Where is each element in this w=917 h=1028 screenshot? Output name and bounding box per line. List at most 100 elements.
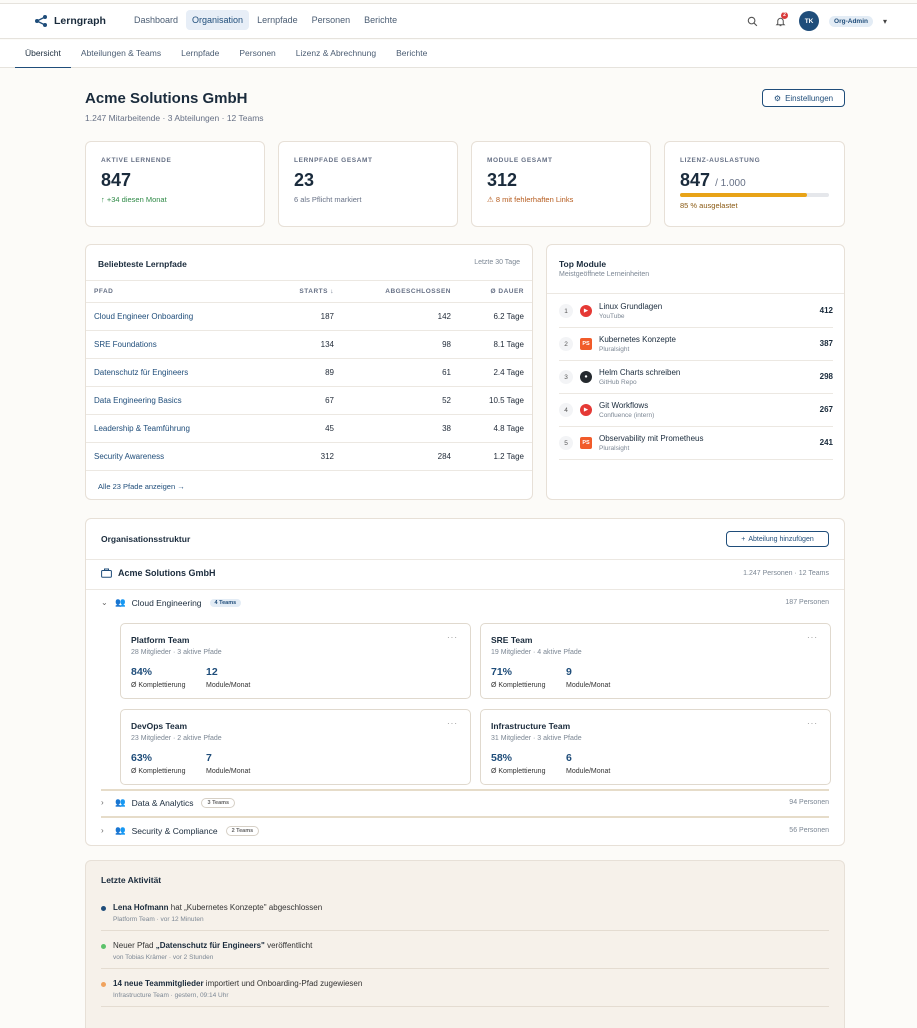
more-options-icon[interactable]: ··· [807, 633, 818, 642]
table-row[interactable]: SRE Foundations 134 98 8.1 Tage [86, 331, 532, 359]
table-row[interactable]: Data Engineering Basics 67 52 10.5 Tage [86, 387, 532, 415]
stat-value: 23 [294, 170, 315, 190]
more-options-icon[interactable]: ··· [447, 719, 458, 728]
app-logo[interactable]: Lerngraph [34, 14, 106, 28]
module-item[interactable]: 5 PS Observability mit Prometheus Pluralsig… [559, 427, 833, 460]
path-name-link[interactable]: Data Engineering Basics [86, 396, 266, 405]
chevron-right-icon[interactable]: › [101, 798, 109, 807]
path-name-link[interactable]: SRE Foundations [86, 340, 266, 349]
team-completion-value: 84% [131, 666, 153, 678]
duration-cell: 2.4 Tage [493, 368, 524, 377]
divider [101, 789, 829, 791]
nav-lernpfade[interactable]: Lernpfade [251, 10, 304, 30]
top-modules-subtitle: Meistgeöffnete Lerneinheiten [559, 271, 650, 278]
column-header-duration[interactable]: Ø DAUER [451, 288, 524, 295]
team-card[interactable]: DevOps Team ··· 23 Mitglieder · 2 aktive P… [120, 709, 471, 785]
tab-lernpfade[interactable]: Lernpfade [171, 40, 229, 68]
column-header-completed[interactable]: ABGESCHLOSSEN [334, 288, 451, 295]
top-right-actions: 2 TK Org-Admin ▾ [743, 11, 887, 31]
pluralsight-icon: PS [580, 338, 592, 350]
team-card[interactable]: SRE Team ··· 19 Mitglieder · 4 aktive Pfad… [480, 623, 831, 699]
activity-dot [101, 944, 106, 949]
tab-personen[interactable]: Personen [229, 40, 285, 68]
all-paths-link[interactable]: Alle 23 Pfade anzeigen → [98, 482, 185, 491]
chevron-right-icon[interactable]: › [101, 826, 109, 835]
team-completion-label: Ø Komplettierung [131, 682, 186, 689]
nav-personen[interactable]: Personen [306, 10, 357, 30]
team-completion-value: 71% [491, 666, 513, 678]
column-header-starts[interactable]: STARTS ↓ [266, 288, 334, 295]
team-name: DevOps Team [131, 721, 188, 731]
more-options-icon[interactable]: ··· [447, 633, 458, 642]
team-meta: 31 Mitglieder · 3 aktive Pfade [491, 735, 582, 742]
org-root[interactable]: Acme Solutions GmbH [101, 568, 216, 578]
module-item[interactable]: 4 ▶ Git Workflows Confluence (intern) 267 [559, 394, 833, 427]
tab-lizenz-abrechnung[interactable]: Lizenz & Abrechnung [286, 40, 386, 68]
youtube-icon: ▶ [580, 305, 592, 317]
tab-uebersicht[interactable]: Übersicht [15, 40, 71, 68]
divider [101, 968, 829, 969]
notifications-button[interactable]: 2 [771, 12, 789, 30]
activity-text: Lena Hofmann hat „Kubernetes Konzepte" a… [113, 903, 323, 912]
stat-note: ↑ +34 diesen Monat [101, 195, 167, 204]
department-data-analytics[interactable]: › 👥 Data & Analytics 3 Teams [101, 797, 236, 808]
department-cloud-engineering[interactable]: ⌄ 👥 Cloud Engineering 4 Teams [101, 597, 242, 608]
popular-paths-period: Letzte 30 Tage [474, 259, 520, 266]
starts-cell: 45 [325, 424, 334, 433]
module-title: Linux Grundlagen [599, 302, 663, 311]
org-structure-title: Organisationsstruktur [101, 534, 191, 544]
duration-cell: 1.2 Tage [493, 452, 524, 461]
tab-abteilungen-teams[interactable]: Abteilungen & Teams [71, 40, 171, 68]
path-name-link[interactable]: Security Awareness [86, 452, 266, 461]
department-people: 56 Personen [789, 827, 829, 834]
org-root-meta: 1.247 Personen · 12 Teams [743, 570, 829, 577]
path-name-link[interactable]: Leadership & Teamführung [86, 424, 266, 433]
team-name: Platform Team [131, 635, 190, 645]
tab-berichte[interactable]: Berichte [386, 40, 437, 68]
nav-organisation[interactable]: Organisation [186, 10, 250, 30]
chevron-down-icon[interactable]: ▾ [883, 17, 887, 26]
settings-button[interactable]: ⚙ Einstellungen [762, 89, 845, 107]
team-card[interactable]: Platform Team ··· 28 Mitglieder · 3 aktive… [120, 623, 471, 699]
table-row[interactable]: Security Awareness 312 284 1.2 Tage [86, 443, 532, 471]
team-completion-value: 58% [491, 752, 513, 764]
table-row[interactable]: Leadership & Teamführung 45 38 4.8 Tage [86, 415, 532, 443]
more-options-icon[interactable]: ··· [807, 719, 818, 728]
nav-berichte[interactable]: Berichte [358, 10, 403, 30]
chevron-down-icon[interactable]: ⌄ [101, 598, 109, 607]
avatar[interactable]: TK [799, 11, 820, 31]
popular-paths-title: Beliebteste Lernpfade [98, 259, 187, 269]
department-name: Data & Analytics [131, 797, 194, 808]
divider [547, 293, 844, 294]
users-icon: 👥 [115, 825, 126, 835]
path-name-link[interactable]: Cloud Engineer Onboarding [86, 312, 266, 321]
team-modules-label: Module/Monat [566, 682, 611, 689]
path-name-link[interactable]: Datenschutz für Engineers [86, 368, 266, 377]
activity-meta: von Tobias Krämer · vor 2 Stunden [113, 954, 214, 961]
table-row[interactable]: Cloud Engineer Onboarding 187 142 6.2 Tage [86, 303, 532, 331]
module-title: Observability mit Prometheus [599, 434, 704, 443]
team-modules-value: 12 [206, 666, 218, 678]
team-name: SRE Team [491, 635, 533, 645]
table-row[interactable]: Datenschutz für Engineers 89 61 2.4 Tage [86, 359, 532, 387]
completed-cell: 52 [442, 396, 451, 405]
activity-meta: Platform Team · vor 12 Minuten [113, 916, 204, 923]
duration-cell: 8.1 Tage [493, 340, 524, 349]
search-button[interactable] [743, 12, 761, 30]
module-count: 387 [819, 339, 833, 348]
settings-button-label: Einstellungen [785, 93, 834, 103]
column-header-path[interactable]: PFAD [86, 288, 266, 295]
module-item[interactable]: 2 PS Kubernetes Konzepte Pluralsight 387 [559, 328, 833, 361]
role-badge[interactable]: Org-Admin [829, 15, 873, 27]
stat-label: LIZENZ-AUSLASTUNG [680, 157, 761, 164]
module-item[interactable]: 1 ▶ Linux Grundlagen YouTube 412 [559, 295, 833, 328]
top-bar: Lerngraph Dashboard Organisation Lernpfa… [0, 4, 917, 39]
team-card[interactable]: Infrastructure Team ··· 31 Mitglieder · 3 … [480, 709, 831, 785]
completed-cell: 284 [437, 452, 451, 461]
department-security-compliance[interactable]: › 👥 Security & Compliance 2 Teams [101, 825, 260, 836]
activity-text: 14 neue Teammitglieder importiert und On… [113, 979, 363, 988]
add-department-button[interactable]: + Abteilung hinzufügen [726, 531, 829, 547]
nav-dashboard[interactable]: Dashboard [128, 10, 184, 30]
module-item[interactable]: 3 ● Helm Charts schreiben GitHub Repo 298 [559, 361, 833, 394]
department-count: 3 Abteilungen [167, 113, 220, 123]
